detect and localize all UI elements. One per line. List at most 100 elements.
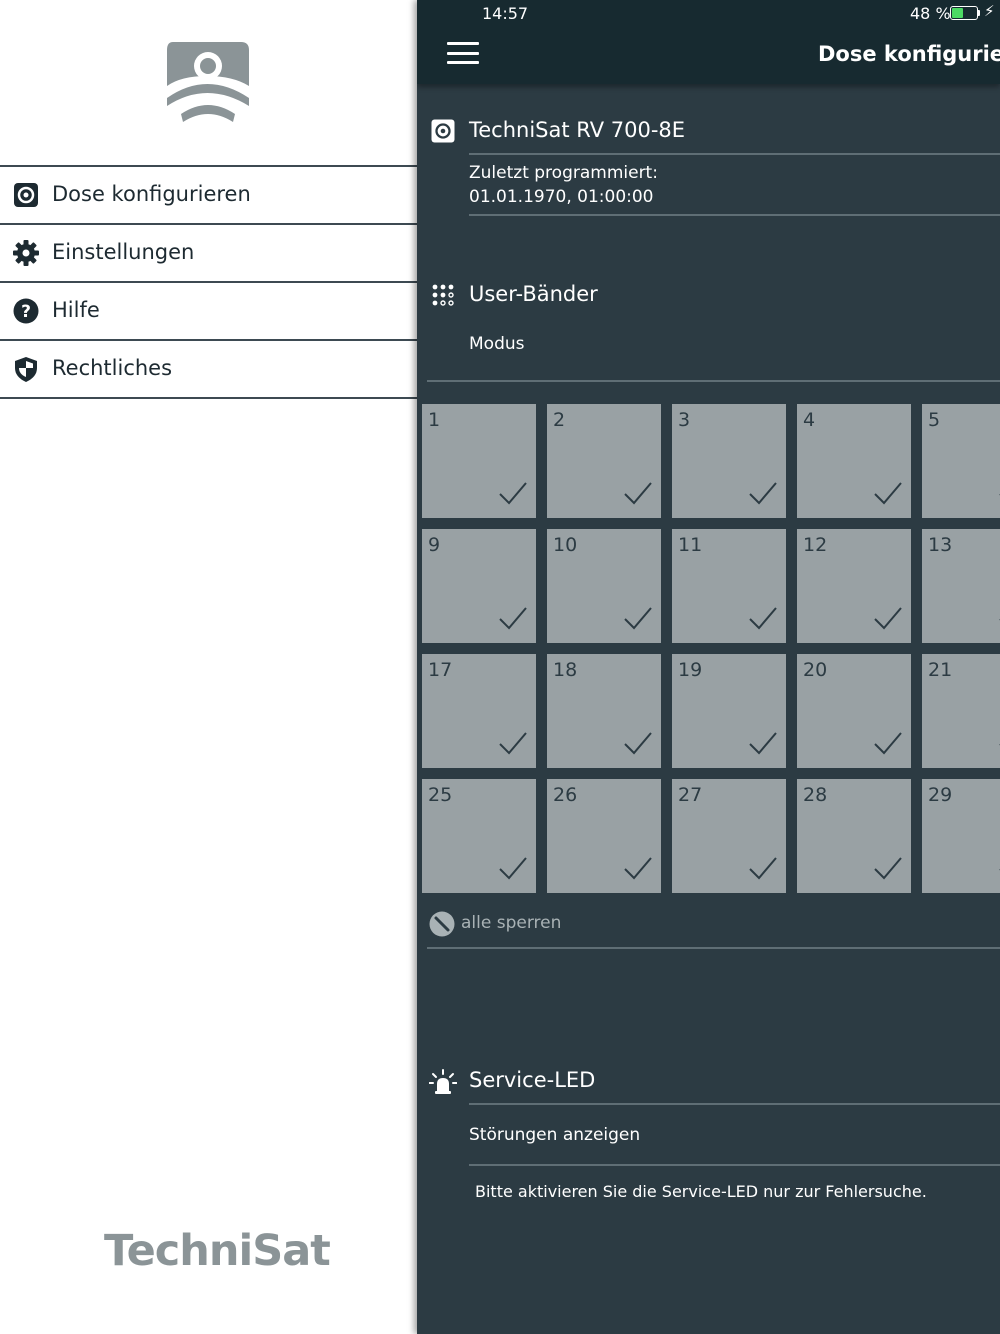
main-panel: 14:57 48 % ⚡ Dose konfigurieren TechniSa… [417,0,1000,1334]
menu-icon-bar [447,42,479,45]
user-band-cell[interactable]: 17 [422,654,536,768]
user-band-cell[interactable]: 21 [922,654,1000,768]
device-name: TechniSat RV 700-8E [469,118,686,142]
user-band-number: 21 [928,659,953,681]
divider [469,214,1000,216]
shield-icon [15,357,37,382]
user-band-number: 26 [553,784,578,806]
checkmark-icon [624,857,652,880]
user-band-cell[interactable]: 13 [922,529,1000,643]
checkmark-icon [499,732,527,755]
menu-item-label: Dose konfigurieren [52,182,251,206]
block-icon [429,911,455,937]
charging-icon: ⚡ [984,2,995,20]
user-band-cell[interactable]: 2 [547,404,661,518]
user-band-number: 3 [678,409,691,431]
user-band-cell[interactable]: 20 [797,654,911,768]
brand-logo: TechniSat [104,1226,331,1276]
checkmark-icon [874,857,902,880]
user-band-number: 1 [428,409,441,431]
last-programmed-label: Zuletzt programmiert: [469,163,658,183]
checkmark-icon [749,607,777,630]
menu-item-rechtliches[interactable]: Rechtliches [0,339,417,399]
user-band-number: 5 [928,409,941,431]
svg-text:?: ? [21,302,31,322]
menu-item-hilfe[interactable]: ? Hilfe [0,281,417,339]
user-band-number: 18 [553,659,578,681]
socket-icon [431,119,455,143]
user-band-number: 10 [553,534,578,556]
menu-item-label: Einstellungen [52,240,195,264]
user-band-cell[interactable]: 12 [797,529,911,643]
checkmark-icon [499,607,527,630]
user-band-cell[interactable]: 4 [797,404,911,518]
show-faults-toggle-row[interactable]: Störungen anzeigen [469,1125,640,1145]
user-band-cell[interactable]: 3 [672,404,786,518]
user-band-cell[interactable]: 9 [422,529,536,643]
navigation-bar: 14:57 48 % ⚡ Dose konfigurieren [417,0,1000,84]
user-band-number: 17 [428,659,453,681]
divider [469,153,1000,155]
checkmark-icon [624,732,652,755]
user-band-number: 12 [803,534,828,556]
battery-tip [978,10,980,16]
socket-icon [14,183,38,207]
user-band-cell[interactable]: 26 [547,779,661,893]
user-band-cell[interactable]: 1 [422,404,536,518]
user-band-number: 29 [928,784,953,806]
user-band-cell[interactable]: 25 [422,779,536,893]
service-led-info: Bitte aktivieren Sie die Service-LED nur… [475,1182,927,1201]
user-band-number: 4 [803,409,816,431]
user-band-cell[interactable]: 11 [672,529,786,643]
checkmark-icon [624,482,652,505]
battery-icon [950,6,978,20]
menu-item-einstellungen[interactable]: Einstellungen [0,223,417,281]
menu-item-dose-konfigurieren[interactable]: Dose konfigurieren [0,165,417,223]
lock-all-button[interactable]: alle sperren [461,913,561,933]
service-led-title: Service-LED [469,1068,596,1092]
checkmark-icon [749,732,777,755]
side-drawer: Dose konfigurieren Einstellungen ? Hilfe… [0,0,417,1334]
user-band-number: 28 [803,784,828,806]
user-band-cell[interactable]: 18 [547,654,661,768]
user-band-number: 2 [553,409,566,431]
menu-icon-bar [447,61,479,64]
divider [427,380,1000,382]
status-time: 14:57 [482,4,529,23]
user-band-cell[interactable]: 5 [922,404,1000,518]
dot-grid-icon [432,284,454,306]
gear-icon [13,240,39,266]
menu-item-label: Hilfe [52,298,100,322]
divider [427,947,1000,949]
menu-icon-bar [447,51,479,55]
app-logo-icon [167,42,249,122]
checkmark-icon [749,482,777,505]
last-programmed-value: 01.01.1970, 01:00:00 [469,187,654,207]
user-band-cell[interactable]: 28 [797,779,911,893]
user-bands-title: User-Bänder [469,282,598,306]
user-band-cell[interactable]: 27 [672,779,786,893]
divider [469,1164,1000,1166]
checkmark-icon [874,482,902,505]
user-band-number: 20 [803,659,828,681]
page-title: Dose konfigurieren [818,42,1000,66]
user-band-cell[interactable]: 19 [672,654,786,768]
user-band-number: 19 [678,659,703,681]
user-band-number: 27 [678,784,703,806]
checkmark-icon [874,607,902,630]
mode-row[interactable]: Modus [469,334,525,354]
checkmark-icon [499,482,527,505]
menu-item-label: Rechtliches [52,356,173,380]
help-icon: ? [13,298,39,324]
user-band-cell[interactable]: 10 [547,529,661,643]
menu-button[interactable] [447,42,479,64]
checkmark-icon [499,857,527,880]
battery-percentage: 48 % [910,4,951,23]
divider [469,1103,1000,1105]
checkmark-icon [624,607,652,630]
user-band-number: 13 [928,534,953,556]
checkmark-icon [749,857,777,880]
checkmark-icon [874,732,902,755]
user-band-cell[interactable]: 29 [922,779,1000,893]
user-band-number: 11 [678,534,703,556]
